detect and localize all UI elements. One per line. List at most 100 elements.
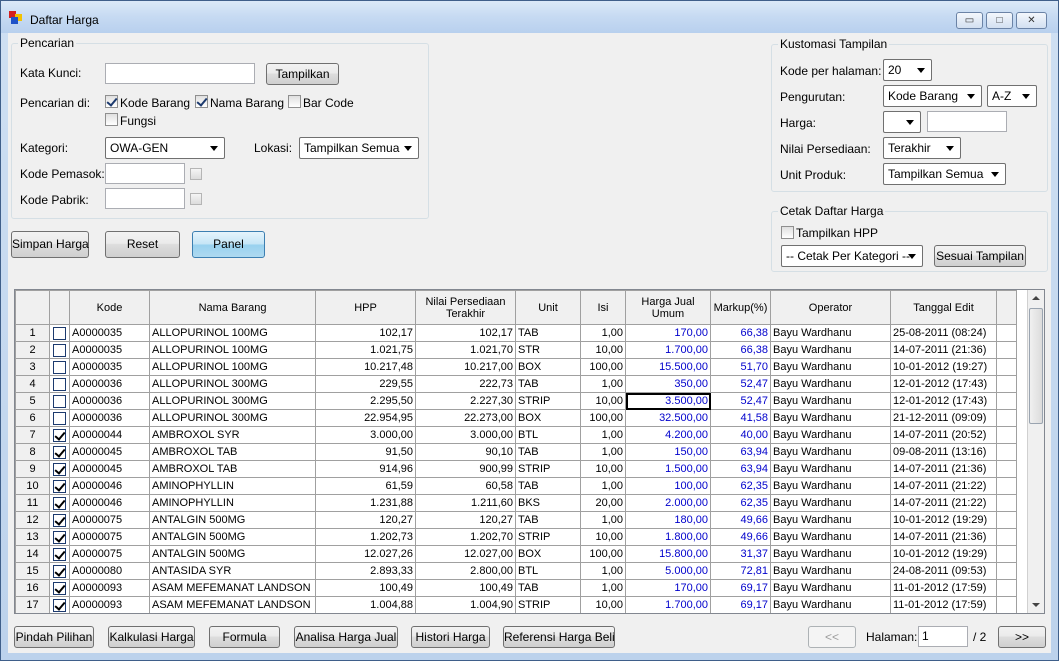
row-number[interactable]: 4 — [15, 375, 50, 393]
markup-cell[interactable]: 52,47 — [710, 392, 771, 410]
table-row[interactable]: 8 A0000045 AMBROXOL TAB 91,50 90,10 TAB 1,00 15… — [15, 443, 1017, 461]
nama-cell[interactable]: ALLOPURINOL 300MG — [149, 409, 316, 427]
isi-cell[interactable]: 1,00 — [580, 375, 626, 393]
scroll-up-icon[interactable] — [1032, 296, 1040, 300]
select-cell[interactable] — [49, 511, 70, 529]
per-page-select[interactable]: 20 — [883, 59, 932, 81]
harga-cell[interactable]: 1.700,00 — [625, 341, 711, 359]
isi-cell[interactable]: 20,00 — [580, 494, 626, 512]
markup-cell[interactable]: 49,66 — [710, 511, 771, 529]
price-analysis-button[interactable]: Analisa Harga Jual — [294, 626, 398, 648]
panel-button[interactable]: Panel — [192, 231, 265, 258]
isi-cell[interactable]: 10,00 — [580, 528, 626, 546]
nama-cell[interactable]: ALLOPURINOL 300MG — [149, 375, 316, 393]
row-checkbox[interactable] — [53, 394, 66, 408]
kode-cell[interactable]: A0000075 — [69, 545, 150, 563]
hpp-cell[interactable]: 3.000,00 — [315, 426, 416, 444]
select-cell[interactable] — [49, 358, 70, 376]
row-number[interactable]: 7 — [15, 426, 50, 444]
grid-scrollbar[interactable] — [1027, 290, 1044, 613]
table-row[interactable]: 12 A0000075 ANTALGIN 500MG 120,27 120,27 TAB 1… — [15, 511, 1017, 529]
tanggal-cell[interactable]: 09-08-2011 (13:16) — [890, 443, 997, 461]
harga-cell[interactable]: 3.500,00 — [625, 392, 711, 410]
tanggal-cell[interactable]: 14-07-2011 (21:22) — [890, 494, 997, 512]
scroll-thumb[interactable] — [1029, 308, 1043, 424]
hpp-cell[interactable]: 1.202,73 — [315, 528, 416, 546]
isi-cell[interactable]: 100,00 — [580, 545, 626, 563]
print-as-displayed-button[interactable]: Sesuai Tampilan — [934, 245, 1026, 267]
select-cell[interactable] — [49, 528, 70, 546]
isi-cell[interactable]: 1,00 — [580, 579, 626, 597]
sort-select[interactable]: Kode Barang — [883, 85, 982, 107]
tanggal-cell[interactable]: 24-08-2011 (09:53) — [890, 562, 997, 580]
tanggal-cell[interactable]: 11-01-2012 (17:59) — [890, 579, 997, 597]
markup-cell[interactable]: 51,70 — [710, 358, 771, 376]
keyword-input[interactable] — [105, 63, 255, 84]
operator-cell[interactable]: Bayu Wardhanu — [770, 511, 891, 529]
isi-cell[interactable]: 10,00 — [580, 341, 626, 359]
table-row[interactable]: 5 A0000036 ALLOPURINOL 300MG 2.295,50 2.227,… — [15, 392, 1017, 410]
hpp-cell[interactable]: 2.893,33 — [315, 562, 416, 580]
markup-cell[interactable]: 62,35 — [710, 477, 771, 495]
row-checkbox[interactable] — [53, 581, 66, 595]
select-cell[interactable] — [49, 426, 70, 444]
table-row[interactable]: 10 A0000046 AMINOPHYLLIN 61,59 60,58 TAB 1,00 1… — [15, 477, 1017, 495]
isi-cell[interactable]: 10,00 — [580, 596, 626, 613]
unit-cell[interactable]: STR — [515, 341, 581, 359]
unit-cell[interactable]: TAB — [515, 511, 581, 529]
row-number[interactable]: 5 — [15, 392, 50, 410]
row-number[interactable]: 12 — [15, 511, 50, 529]
reset-button[interactable]: Reset — [105, 231, 180, 258]
isi-cell[interactable]: 100,00 — [580, 358, 626, 376]
save-price-button[interactable]: Simpan Harga — [11, 231, 89, 258]
markup-cell[interactable]: 62,35 — [710, 494, 771, 512]
row-number[interactable]: 8 — [15, 443, 50, 461]
harga-cell[interactable]: 4.200,00 — [625, 426, 711, 444]
nama-cell[interactable]: ANTALGIN 500MG — [149, 545, 316, 563]
unit-cell[interactable]: STRIP — [515, 392, 581, 410]
hpp-cell[interactable]: 2.295,50 — [315, 392, 416, 410]
print-category-select[interactable]: -- Cetak Per Kategori -- — [781, 245, 923, 267]
isi-cell[interactable]: 100,00 — [580, 409, 626, 427]
table-row[interactable]: 2 A0000035 ALLOPURINOL 100MG 1.021,75 1.021,… — [15, 341, 1017, 359]
operator-cell[interactable]: Bayu Wardhanu — [770, 579, 891, 597]
row-number[interactable]: 16 — [15, 579, 50, 597]
kode-cell[interactable]: A0000046 — [69, 494, 150, 512]
markup-cell[interactable]: 31,37 — [710, 545, 771, 563]
unit-cell[interactable]: BOX — [515, 545, 581, 563]
row-number[interactable]: 11 — [15, 494, 50, 512]
table-row[interactable]: 6 A0000036 ALLOPURINOL 300MG 22.954,95 22.27… — [15, 409, 1017, 427]
kode-cell[interactable]: A0000036 — [69, 409, 150, 427]
page-input[interactable]: 1 — [918, 626, 968, 647]
row-checkbox[interactable] — [53, 547, 66, 561]
scroll-down-icon[interactable] — [1032, 603, 1040, 607]
harga-cell[interactable]: 100,00 — [625, 477, 711, 495]
table-row[interactable]: 7 A0000044 AMBROXOL SYR 3.000,00 3.000,00 BTL… — [15, 426, 1017, 444]
tanggal-cell[interactable]: 10-01-2012 (19:27) — [890, 358, 997, 376]
hpp-cell[interactable]: 1.004,88 — [315, 596, 416, 613]
kode-cell[interactable]: A0000044 — [69, 426, 150, 444]
hpp-cell[interactable]: 120,27 — [315, 511, 416, 529]
nama-header[interactable]: Nama Barang — [149, 290, 316, 325]
kode-checkbox[interactable] — [105, 95, 118, 108]
unit-cell[interactable]: TAB — [515, 375, 581, 393]
kode-cell[interactable]: A0000093 — [69, 579, 150, 597]
hpp-cell[interactable]: 91,50 — [315, 443, 416, 461]
kode-cell[interactable]: A0000036 — [69, 375, 150, 393]
table-row[interactable]: 13 A0000075 ANTALGIN 500MG 1.202,73 1.202,70… — [15, 528, 1017, 546]
nama-cell[interactable]: AMINOPHYLLIN — [149, 494, 316, 512]
tanggal-cell[interactable]: 10-01-2012 (19:29) — [890, 545, 997, 563]
nilai-cell[interactable]: 222,73 — [415, 375, 516, 393]
move-selection-button[interactable]: Pindah Pilihan — [14, 626, 94, 648]
row-checkbox[interactable] — [53, 462, 66, 476]
select-cell[interactable] — [49, 596, 70, 613]
kode-cell[interactable]: A0000046 — [69, 477, 150, 495]
markup-cell[interactable]: 41,58 — [710, 409, 771, 427]
kode-header[interactable]: Kode — [69, 290, 150, 325]
stock-select[interactable]: Terakhir — [883, 137, 961, 159]
unit-cell[interactable]: TAB — [515, 324, 581, 342]
nama-cell[interactable]: ANTALGIN 500MG — [149, 528, 316, 546]
row-number[interactable]: 14 — [15, 545, 50, 563]
formula-button[interactable]: Formula — [209, 626, 280, 648]
operator-cell[interactable]: Bayu Wardhanu — [770, 460, 891, 478]
